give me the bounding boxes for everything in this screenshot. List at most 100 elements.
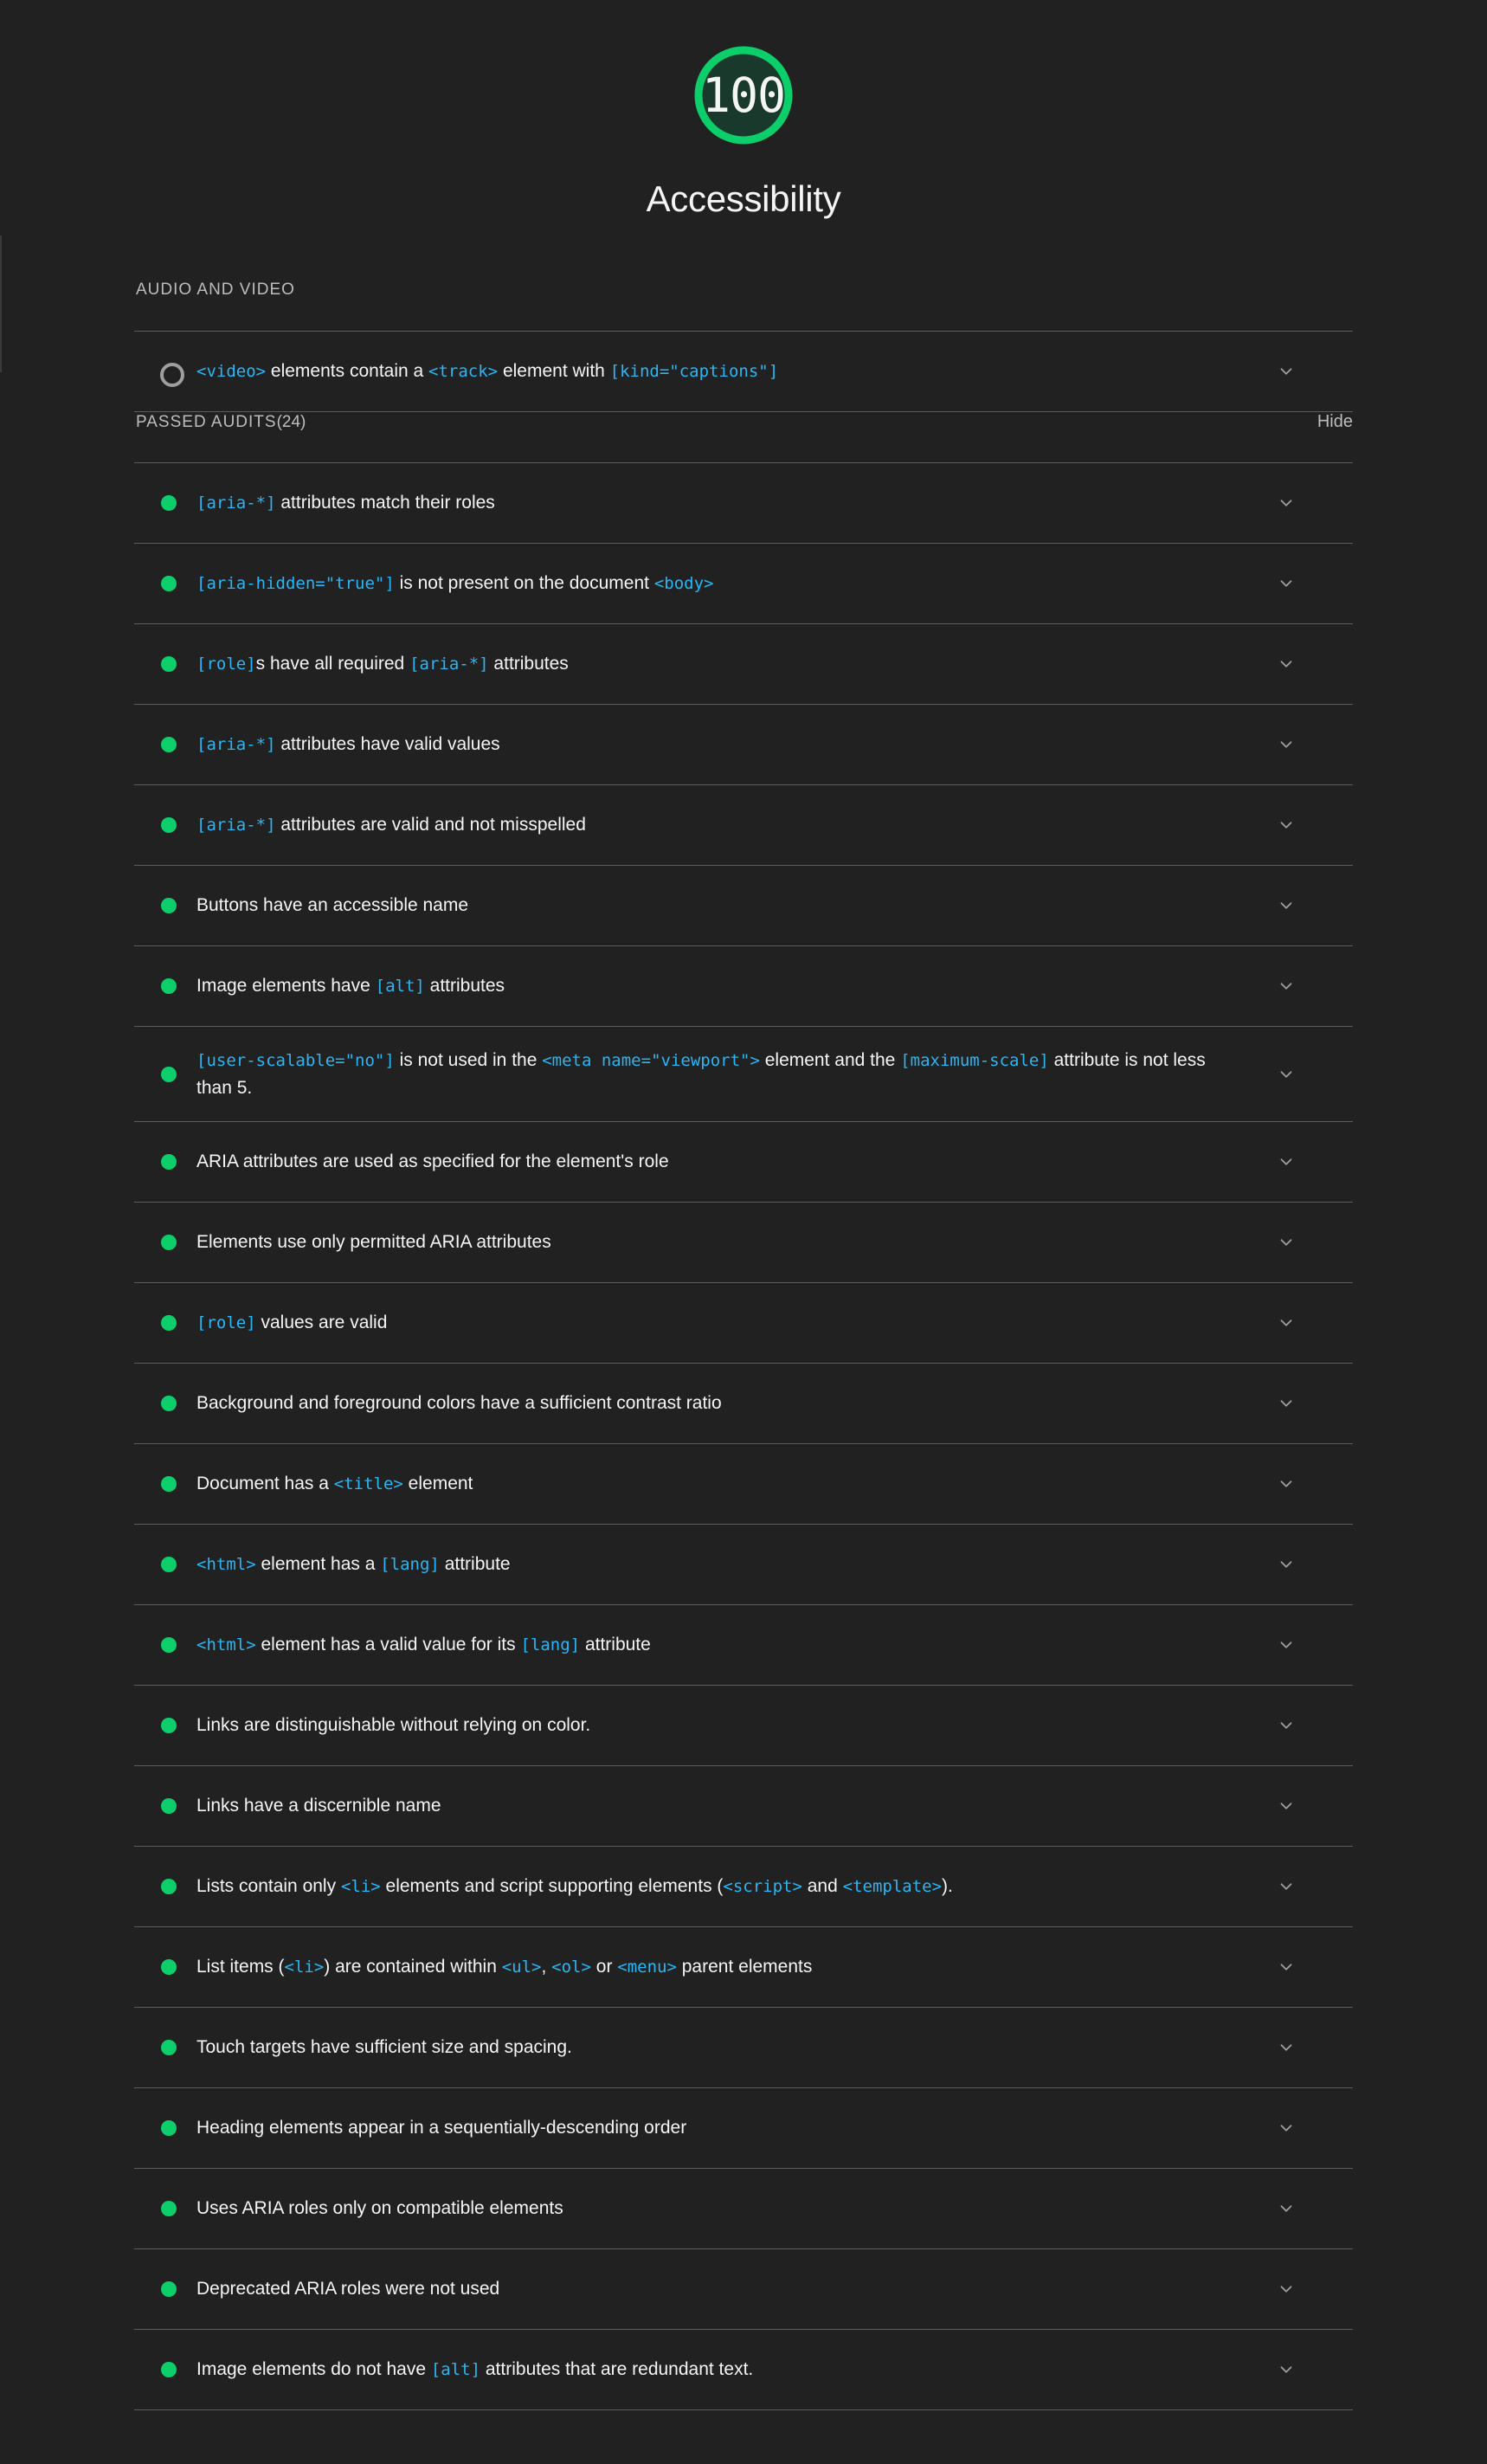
audit-code-snippet: [lang] bbox=[380, 1555, 440, 1575]
score-header: 100 Accessibility bbox=[0, 0, 1487, 244]
pass-circle-icon bbox=[160, 736, 177, 753]
audit-title: Heading elements appear in a sequentiall… bbox=[196, 2118, 687, 2138]
audit-row[interactable]: [user-scalable="no"] is not used in the … bbox=[134, 1027, 1353, 1123]
audit-code-snippet: <template> bbox=[842, 1877, 943, 1897]
audit-row[interactable]: Links have a discernible name bbox=[134, 1766, 1353, 1848]
pass-circle-icon bbox=[160, 1234, 177, 1251]
chevron-down-icon[interactable] bbox=[1274, 1794, 1298, 1818]
pass-circle-icon bbox=[160, 897, 177, 914]
audit-row[interactable]: Deprecated ARIA roles were not used bbox=[134, 2249, 1353, 2331]
audit-row[interactable]: Touch targets have sufficient size and s… bbox=[134, 2008, 1353, 2089]
score-gauge: 100 bbox=[679, 31, 808, 159]
audit-row[interactable]: [aria-*] attributes match their roles bbox=[134, 463, 1353, 545]
audit-code-snippet: [role] bbox=[196, 1313, 256, 1333]
audit-row[interactable]: Elements use only permitted ARIA attribu… bbox=[134, 1203, 1353, 1284]
audit-code-snippet: [aria-*] bbox=[409, 655, 489, 674]
chevron-down-icon[interactable] bbox=[1274, 813, 1298, 837]
audit-code-snippet: <html> bbox=[196, 1555, 256, 1575]
audit-row[interactable]: [aria-hidden="true"] is not present on t… bbox=[134, 544, 1353, 625]
pass-circle-icon bbox=[160, 1395, 177, 1412]
chevron-down-icon[interactable] bbox=[1274, 1552, 1298, 1577]
audit-row[interactable]: <video> elements contain a <track> eleme… bbox=[134, 332, 1353, 413]
pass-circle-icon bbox=[160, 655, 177, 673]
audit-row[interactable]: [aria-*] attributes are valid and not mi… bbox=[134, 785, 1353, 867]
section-hide-toggle[interactable]: Hide bbox=[1317, 412, 1353, 432]
audit-row[interactable]: List items (<li>) are contained within <… bbox=[134, 1927, 1353, 2009]
chevron-down-icon[interactable] bbox=[1274, 974, 1298, 998]
chevron-down-icon[interactable] bbox=[1274, 1150, 1298, 1174]
audit-title: [user-scalable="no"] is not used in the … bbox=[196, 1049, 1206, 1098]
audit-code-snippet: [aria-*] bbox=[196, 816, 276, 835]
pass-circle-icon bbox=[160, 1314, 177, 1332]
chevron-down-icon[interactable] bbox=[1274, 359, 1298, 384]
audit-row[interactable]: Heading elements appear in a sequentiall… bbox=[134, 2088, 1353, 2170]
audit-code-snippet: <html> bbox=[196, 1635, 256, 1655]
audit-title: [aria-*] attributes match their roles bbox=[196, 493, 495, 513]
chevron-down-icon[interactable] bbox=[1274, 732, 1298, 757]
audit-code-snippet: [user-scalable="no"] bbox=[196, 1050, 395, 1070]
audit-row[interactable]: Image elements have [alt] attributes bbox=[134, 946, 1353, 1028]
chevron-down-icon[interactable] bbox=[1274, 1633, 1298, 1657]
pass-circle-icon bbox=[160, 1556, 177, 1573]
audit-row[interactable]: Uses ARIA roles only on compatible eleme… bbox=[134, 2169, 1353, 2250]
audit-code-snippet: [aria-*] bbox=[196, 493, 276, 513]
audit-row[interactable]: Links are distinguishable without relyin… bbox=[134, 1686, 1353, 1767]
pass-circle-icon bbox=[160, 1717, 177, 1734]
chevron-down-icon[interactable] bbox=[1274, 571, 1298, 596]
audit-code-snippet: <video> bbox=[196, 362, 267, 382]
audit-code-snippet: <track> bbox=[428, 362, 499, 382]
audit-code-snippet: [kind="captions"] bbox=[609, 362, 779, 382]
audit-title: Buttons have an accessible name bbox=[196, 895, 469, 916]
pass-circle-icon bbox=[160, 2200, 177, 2217]
pass-circle-icon bbox=[160, 1958, 177, 1976]
audit-code-snippet: <li> bbox=[284, 1958, 325, 1977]
chevron-down-icon[interactable] bbox=[1274, 1391, 1298, 1416]
chevron-down-icon[interactable] bbox=[1274, 1874, 1298, 1899]
pass-circle-icon bbox=[160, 2361, 177, 2378]
audit-row[interactable]: Buttons have an accessible name bbox=[134, 866, 1353, 947]
audit-row[interactable]: Document has a <title> element bbox=[134, 1444, 1353, 1525]
score-value: 100 bbox=[701, 67, 786, 123]
pass-circle-icon bbox=[160, 816, 177, 834]
section-title: PASSED AUDITS(24) bbox=[136, 413, 306, 432]
audit-row[interactable]: Background and foreground colors have a … bbox=[134, 1364, 1353, 1445]
audit-code-snippet: <menu> bbox=[617, 1958, 677, 1977]
chevron-down-icon[interactable] bbox=[1274, 2116, 1298, 2140]
audit-row[interactable]: Lists contain only <li> elements and scr… bbox=[134, 1847, 1353, 1928]
chevron-down-icon[interactable] bbox=[1274, 2277, 1298, 2301]
audit-code-snippet: [alt] bbox=[375, 977, 425, 997]
chevron-down-icon[interactable] bbox=[1274, 2358, 1298, 2382]
audit-row[interactable]: <html> element has a [lang] attribute bbox=[134, 1525, 1353, 1606]
pass-circle-icon bbox=[160, 977, 177, 995]
chevron-down-icon[interactable] bbox=[1274, 1955, 1298, 1979]
audit-code-snippet: [maximum-scale] bbox=[900, 1050, 1049, 1070]
audit-title: Uses ARIA roles only on compatible eleme… bbox=[196, 2198, 563, 2219]
chevron-down-icon[interactable] bbox=[1274, 1713, 1298, 1738]
chevron-down-icon[interactable] bbox=[1274, 2196, 1298, 2221]
audit-row[interactable]: Image elements do not have [alt] attribu… bbox=[134, 2330, 1353, 2411]
audit-row[interactable]: <html> element has a valid value for its… bbox=[134, 1605, 1353, 1687]
chevron-down-icon[interactable] bbox=[1274, 652, 1298, 676]
audit-section-audio-and-video: AUDIO AND VIDEO <video> elements contain … bbox=[134, 281, 1353, 413]
audit-row[interactable]: [aria-*] attributes have valid values bbox=[134, 705, 1353, 786]
audit-list: [aria-*] attributes match their roles [ar… bbox=[134, 462, 1353, 2411]
lighthouse-report: 100 Accessibility AUDIO AND VIDEO <video>… bbox=[0, 0, 1487, 2411]
audit-code-snippet: <script> bbox=[723, 1877, 802, 1897]
audit-title: [role]s have all required [aria-*] attri… bbox=[196, 654, 569, 674]
chevron-down-icon[interactable] bbox=[1274, 2035, 1298, 2060]
chevron-down-icon[interactable] bbox=[1274, 1230, 1298, 1255]
audit-row[interactable]: [role]s have all required [aria-*] attri… bbox=[134, 624, 1353, 706]
chevron-down-icon[interactable] bbox=[1274, 1062, 1298, 1087]
audit-title: Document has a <title> element bbox=[196, 1474, 473, 1494]
chevron-down-icon[interactable] bbox=[1274, 1311, 1298, 1335]
chevron-down-icon[interactable] bbox=[1274, 491, 1298, 515]
audit-list: <video> elements contain a <track> eleme… bbox=[134, 331, 1353, 413]
audit-title: Background and foreground colors have a … bbox=[196, 1393, 722, 1414]
audit-row[interactable]: [role] values are valid bbox=[134, 1283, 1353, 1364]
chevron-down-icon[interactable] bbox=[1274, 893, 1298, 918]
pass-circle-icon bbox=[160, 1797, 177, 1815]
audit-row[interactable]: ARIA attributes are used as specified fo… bbox=[134, 1122, 1353, 1203]
pass-circle-icon bbox=[160, 494, 177, 512]
audit-code-snippet: <meta name="viewport"> bbox=[542, 1050, 760, 1070]
chevron-down-icon[interactable] bbox=[1274, 1472, 1298, 1496]
